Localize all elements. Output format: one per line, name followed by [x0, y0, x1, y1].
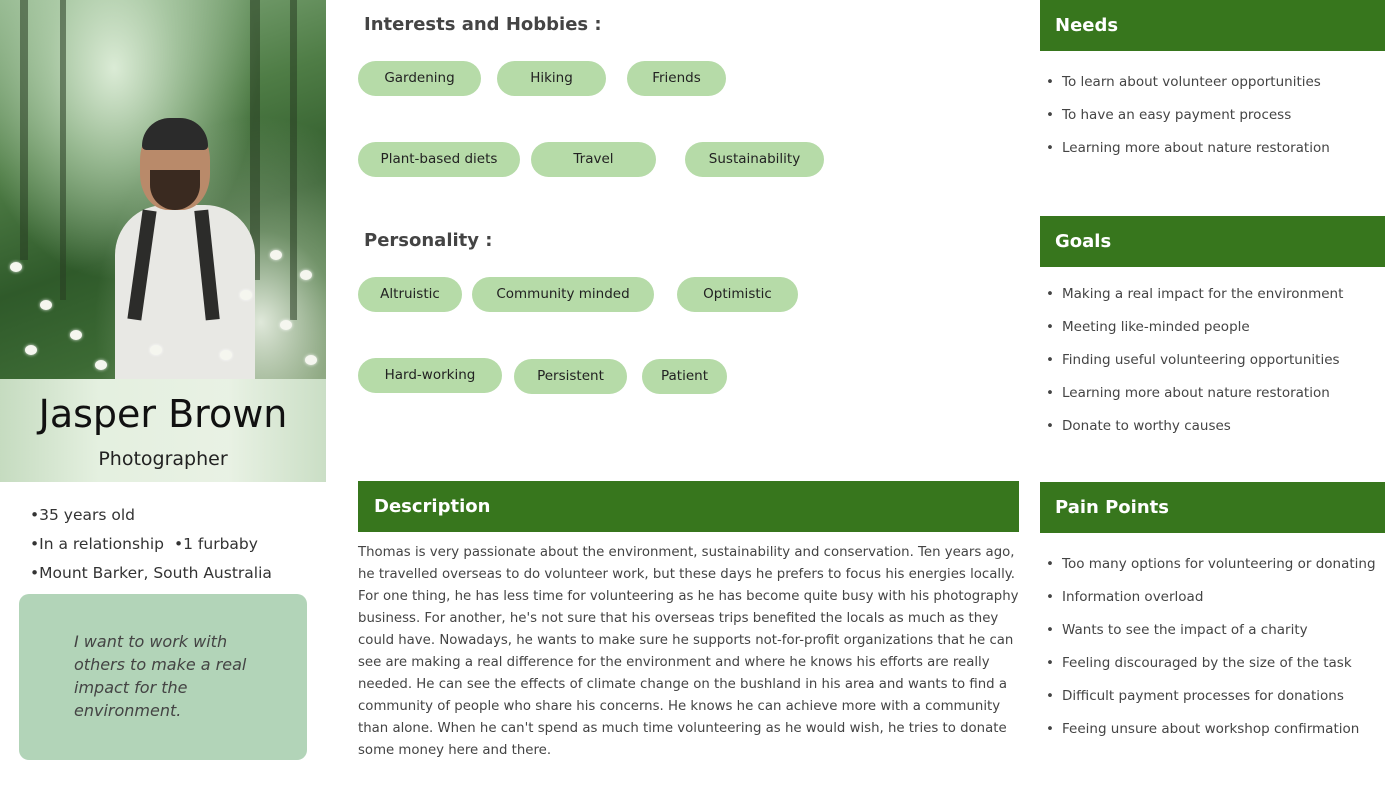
list-item: • To learn about volunteer opportunities: [1046, 74, 1321, 90]
personality-tag: Hard-working: [358, 358, 502, 393]
list-item: • Too many options for volunteering or do…: [1046, 556, 1376, 572]
personality-heading: Personality :: [364, 230, 493, 251]
description-text: Thomas is very passionate about the envi…: [358, 545, 1019, 758]
needs-header: Needs: [1040, 0, 1385, 51]
pain-points-list: • Too many options for volunteering or do…: [1046, 553, 1376, 751]
fact-pets: •1 furbaby: [174, 535, 258, 553]
persona-name: Jasper Brown: [38, 392, 288, 436]
quote-box: I want to work with others to make a rea…: [19, 594, 307, 760]
personality-tag: Optimistic: [677, 277, 798, 312]
interest-tag: Sustainability: [685, 142, 824, 177]
goals-list: • Making a real impact for the environmen…: [1046, 283, 1343, 448]
fact-location: •Mount Barker, South Australia: [30, 564, 272, 582]
fact-age: •35 years old: [30, 506, 136, 524]
persona-role: Photographer: [98, 448, 228, 470]
profile-photo: [0, 0, 326, 379]
fact-row: •Mount Barker, South Australia: [30, 561, 282, 590]
interest-tag: Hiking: [497, 61, 606, 96]
interests-heading: Interests and Hobbies :: [364, 14, 602, 35]
list-item: • Feeing unsure about workshop confirmati…: [1046, 721, 1360, 737]
interest-tag: Travel: [531, 142, 656, 177]
personality-tag: Patient: [642, 359, 727, 394]
needs-list: • To learn about volunteer opportunities …: [1046, 71, 1330, 170]
goals-header: Goals: [1040, 216, 1385, 267]
list-item: • Meeting like-minded people: [1046, 319, 1250, 335]
fact-row: •35 years old: [30, 503, 282, 532]
persona-quote: I want to work with others to make a rea…: [74, 632, 247, 720]
list-item: • Donate to worthy causes: [1046, 418, 1231, 434]
interest-tag: Friends: [627, 61, 726, 96]
fact-relationship: •In a relationship: [30, 535, 164, 553]
list-item: • Making a real impact for the environmen…: [1046, 286, 1344, 302]
personality-tag: Persistent: [514, 359, 627, 394]
interest-tag: Plant-based diets: [358, 142, 520, 177]
fact-row: •In a relationship •1 furbaby: [30, 532, 282, 561]
list-item: • Difficult payment processes for donatio…: [1046, 688, 1344, 704]
description-header: Description: [358, 481, 1019, 532]
list-item: • To have an easy payment process: [1046, 107, 1292, 123]
list-item: • Learning more about nature restoration: [1046, 140, 1330, 156]
persona-facts: •35 years old •In a relationship •1 furba…: [30, 503, 282, 590]
list-item: • Finding useful volunteering opportuniti…: [1046, 352, 1340, 368]
personality-tag: Community minded: [472, 277, 654, 312]
list-item: • Wants to see the impact of a charity: [1046, 622, 1308, 638]
list-item: • Learning more about nature restoration: [1046, 385, 1330, 401]
pain-points-header: Pain Points: [1040, 482, 1385, 533]
list-item: • Information overload: [1046, 589, 1204, 605]
personality-tag: Altruistic: [358, 277, 462, 312]
interest-tag: Gardening: [358, 61, 481, 96]
list-item: • Feeling discouraged by the size of the …: [1046, 655, 1352, 671]
